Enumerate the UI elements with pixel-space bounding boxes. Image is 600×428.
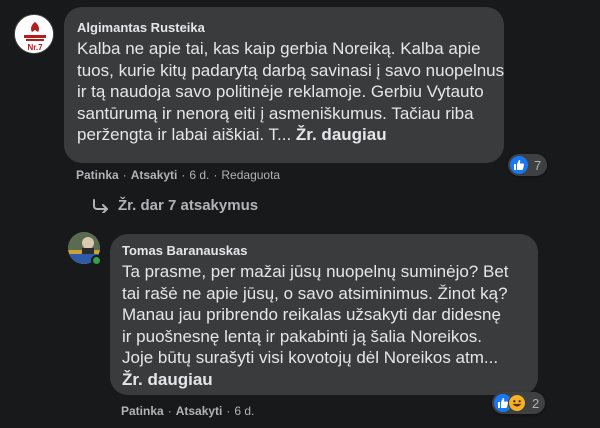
comment-bubble-1: Algimantas Rusteika Kalba ne apie tai, k… xyxy=(64,7,504,163)
comment-author[interactable]: Algimantas Rusteika xyxy=(77,20,205,35)
comment-text: Ta prasme, per mažai jūsų nuopelnų sumin… xyxy=(122,261,534,390)
reaction-summary[interactable]: 2 xyxy=(492,392,546,414)
comment-line: tuos, kurie kitų padarytą darbą savinasi… xyxy=(77,60,505,80)
party-logo-icon: Nr.7 xyxy=(15,15,53,53)
comment-line: tai rašė ne apie jūsų, o savo atsiminimu… xyxy=(122,283,508,303)
like-thumbs-up-icon xyxy=(510,156,528,174)
reply-button[interactable]: Atsakyti xyxy=(176,404,223,418)
comment-text: Kalba ne apie tai, kas kaip gerbia Norei… xyxy=(77,38,505,146)
haha-emoji-icon xyxy=(508,394,526,412)
comment-line: Manau jau pribrendo reikalas užsakyti da… xyxy=(122,305,501,324)
comment-author[interactable]: Tomas Baranauskas xyxy=(122,243,248,258)
comment-line: peržengta ir labai aiškiai. T... Žr. dau… xyxy=(77,124,501,146)
reaction-summary[interactable]: 7 xyxy=(508,154,548,176)
reply-arrow-icon xyxy=(93,198,108,213)
reply-button[interactable]: Atsakyti xyxy=(131,168,178,182)
comment-line: ir puošnesnę lentą ir pakabinti ją šalia… xyxy=(122,326,483,346)
see-more-link[interactable]: Žr. daugiau xyxy=(122,369,534,391)
comment-actions: Patinka · Atsakyti · 6 d. · Redaguota xyxy=(76,168,280,182)
separator-dot: · xyxy=(167,404,172,418)
see-more-link[interactable]: Žr. daugiau xyxy=(296,125,387,144)
separator-dot: · xyxy=(181,168,186,182)
avatar-algimantas[interactable]: Nr.7 xyxy=(14,14,54,54)
like-button[interactable]: Patinka xyxy=(121,404,164,418)
separator-dot: · xyxy=(226,404,231,418)
comment-bubble-2: Tomas Baranauskas Ta prasme, per mažai j… xyxy=(110,234,538,395)
online-status-indicator xyxy=(91,255,102,266)
reaction-count: 7 xyxy=(534,157,542,173)
timestamp[interactable]: 6 d. xyxy=(234,404,254,418)
comment-line-text: peržengta ir labai aiškiai. T... xyxy=(77,125,292,144)
timestamp[interactable]: 6 d. xyxy=(189,168,209,182)
comment-line: ir tą naudoja savo politinėje reklamoje.… xyxy=(77,82,484,101)
comment-line: Joje būtų surašyti visi kovotojų dėl Nor… xyxy=(122,348,499,367)
view-more-replies-label: Žr. dar 7 atsakymus xyxy=(118,197,259,214)
view-more-replies-link[interactable]: Žr. dar 7 atsakymus xyxy=(92,197,258,214)
edited-label: Redaguota xyxy=(221,168,281,182)
like-button[interactable]: Patinka xyxy=(76,168,119,182)
reaction-count: 2 xyxy=(532,395,540,411)
separator-dot: · xyxy=(122,168,127,182)
comment-line: Ta prasme, per mažai jūsų nuopelnų sumin… xyxy=(122,262,509,281)
comment-line: Kalba ne apie tai, kas kaip gerbia Norei… xyxy=(77,39,481,58)
separator-dot: · xyxy=(213,168,218,182)
svg-text:Nr.7: Nr.7 xyxy=(27,43,43,52)
comment-actions: Patinka · Atsakyti · 6 d. xyxy=(121,404,254,418)
comment-line: santūrumą ir nenorą eiti į asmeniškumus.… xyxy=(77,103,474,123)
